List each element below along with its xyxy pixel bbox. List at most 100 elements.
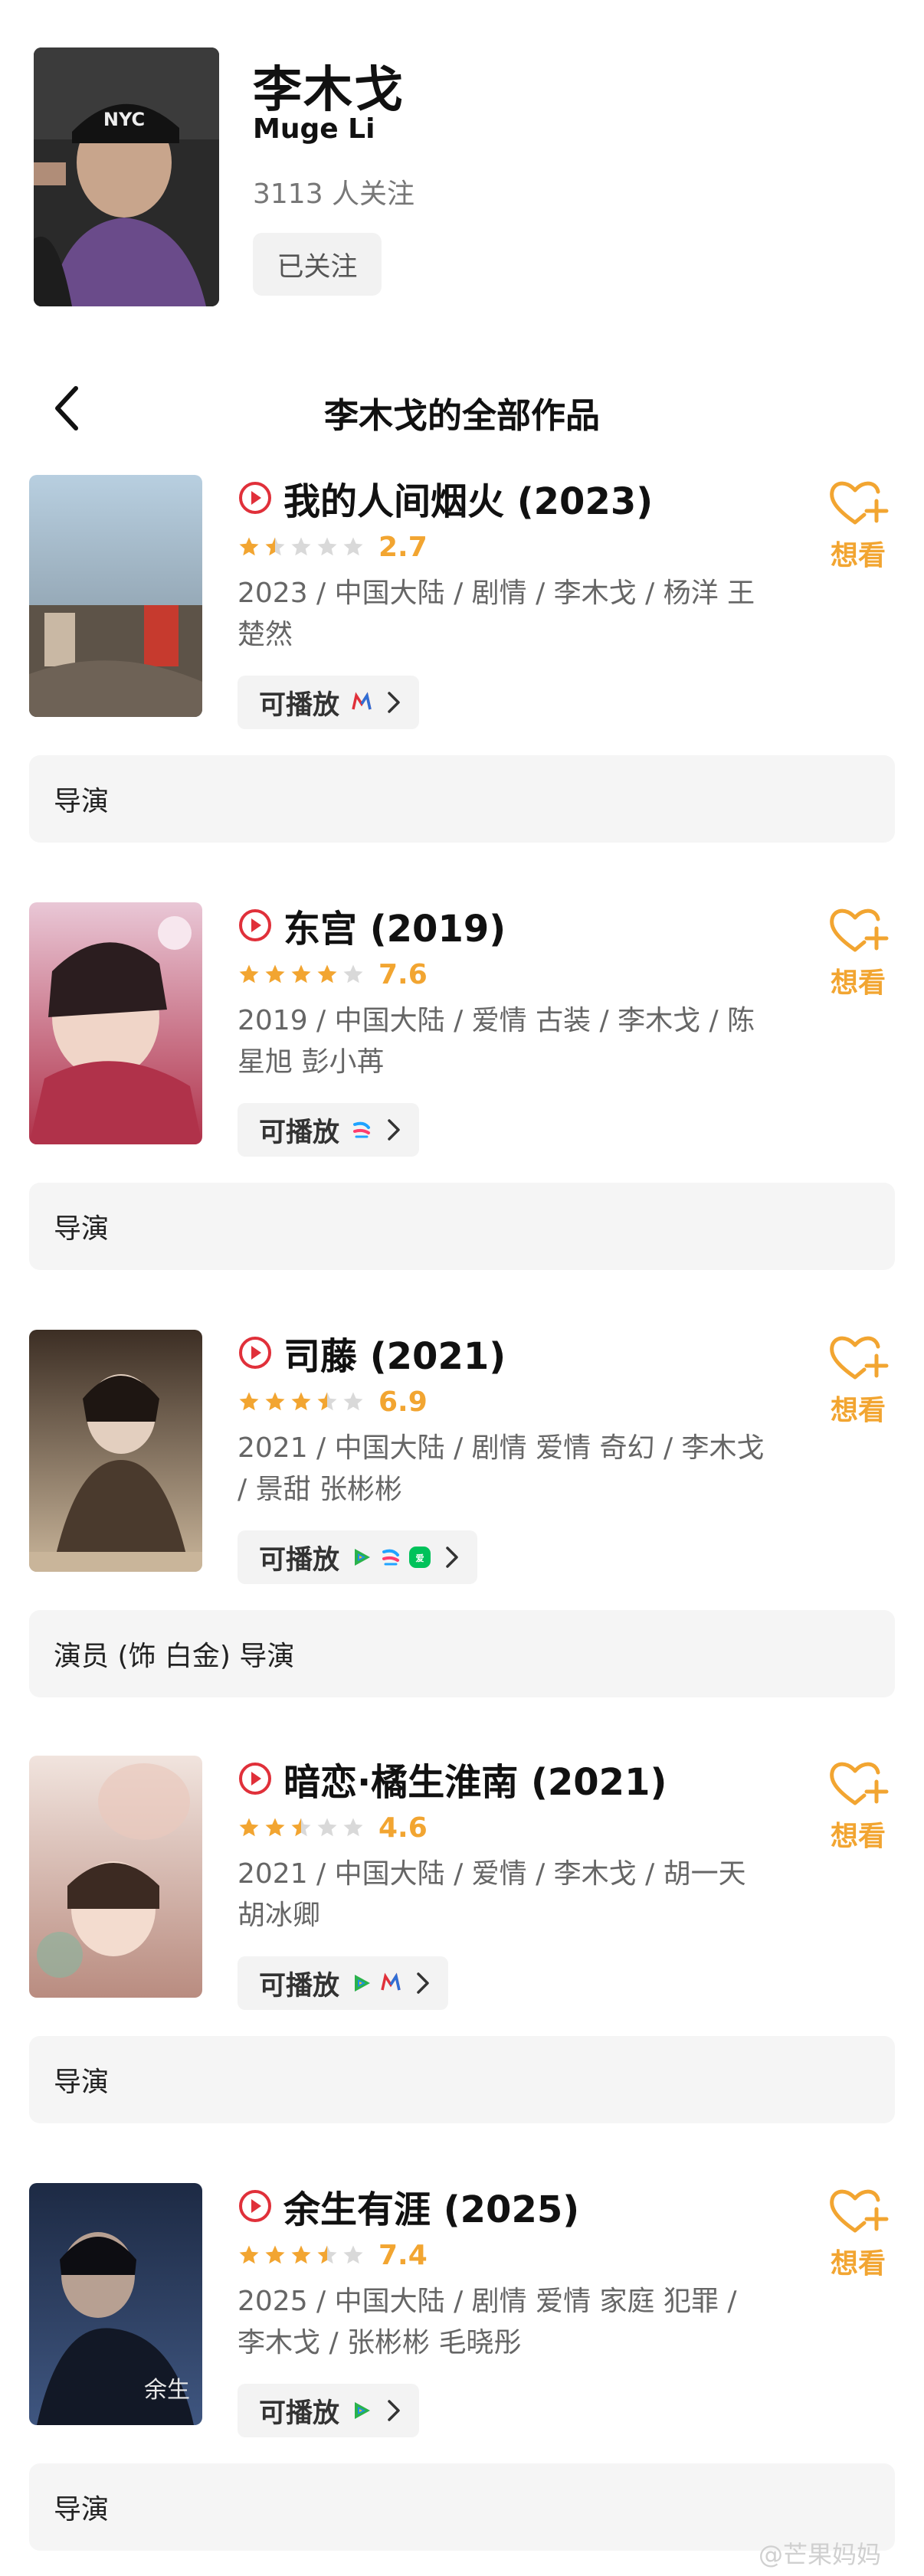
film-poster[interactable]	[29, 475, 202, 717]
star-icon	[239, 537, 259, 556]
star-icon	[265, 964, 285, 984]
film-poster[interactable]	[29, 1330, 202, 1572]
play-circle-icon	[238, 1335, 273, 1370]
film-card[interactable]: 司藤 (2021) 6.9 2021 / 中国大陆 / 剧情 爱情 奇幻 / 李木…	[0, 1330, 924, 1757]
film-title[interactable]: 我的人间烟火 (2023)	[283, 471, 653, 525]
star-icon	[291, 537, 311, 556]
mango-tv-icon	[350, 691, 373, 714]
film-title-row[interactable]: 余生有涯 (2025)	[238, 2183, 579, 2231]
heart-plus-icon	[820, 1331, 896, 1385]
film-poster[interactable]	[29, 1756, 202, 1998]
mango-tv-icon	[379, 1972, 402, 1995]
star-icon	[317, 537, 337, 556]
rating-row: 4.6	[238, 1811, 428, 1844]
page-title: 李木戈的全部作品	[323, 395, 600, 436]
playable-label: 可播放	[259, 1970, 340, 2002]
iqiyi-icon: 爱	[408, 1546, 431, 1569]
star-icon	[265, 1818, 285, 1837]
want-to-watch-button[interactable]: 想看	[820, 2185, 896, 2281]
chevron-right-icon	[444, 1543, 460, 1571]
playable-button[interactable]: 可播放	[238, 676, 420, 729]
rating-score: 4.6	[378, 1812, 428, 1844]
film-meta: 2021 / 中国大陆 / 爱情 / 李木戈 / 胡一天 胡冰卿	[238, 1858, 746, 1931]
play-circle-icon	[238, 480, 273, 516]
star-icon	[317, 1392, 337, 1411]
film-title[interactable]: 暗恋·橘生淮南 (2021)	[283, 1752, 667, 1805]
want-to-watch-button[interactable]: 想看	[820, 904, 896, 1000]
film-title-row[interactable]: 司藤 (2021)	[238, 1330, 506, 1378]
rating-score: 2.7	[378, 531, 428, 563]
film-card[interactable]: 暗恋·橘生淮南 (2021) 4.6 2021 / 中国大陆 / 爱情 / 李木戈…	[0, 1756, 924, 2183]
star-icon	[343, 1392, 363, 1411]
film-title-row[interactable]: 我的人间烟火 (2023)	[238, 475, 653, 523]
film-title[interactable]: 余生有涯 (2025)	[283, 2179, 579, 2233]
playable-button[interactable]: 可播放	[238, 1103, 420, 1157]
star-icon	[291, 2245, 311, 2264]
star-icon	[239, 1392, 259, 1411]
star-icon	[343, 1818, 363, 1837]
film-meta: 2021 / 中国大陆 / 剧情 爱情 奇幻 / 李木戈 / 景甜 张彬彬	[238, 1432, 765, 1505]
star-rating	[238, 2244, 365, 2267]
film-meta: 2023 / 中国大陆 / 剧情 / 李木戈 / 杨洋 王楚然	[238, 578, 755, 650]
play-circle-icon	[238, 1761, 273, 1796]
chevron-right-icon	[385, 2397, 402, 2424]
person-name-english: Muge Li	[253, 113, 375, 145]
role-label: 导演	[29, 1183, 895, 1270]
rating-row: 6.9	[238, 1385, 428, 1419]
playable-button[interactable]: 可播放	[238, 2384, 420, 2437]
watermark: @芒果妈妈	[759, 2540, 882, 2569]
star-icon	[239, 964, 259, 984]
want-label: 想看	[830, 967, 886, 999]
playable-label: 可播放	[259, 1544, 340, 1576]
star-icon	[265, 2245, 285, 2264]
film-card[interactable]: 东宫 (2019) 7.6 2019 / 中国大陆 / 爱情 古装 / 李木戈 /…	[0, 902, 924, 1330]
nav-bar: 李木戈的全部作品	[0, 368, 924, 452]
playable-label: 可播放	[259, 2398, 340, 2429]
rating-score: 6.9	[378, 1386, 428, 1418]
role-label: 导演	[29, 2036, 895, 2123]
film-title[interactable]: 司藤 (2021)	[283, 1326, 506, 1380]
svg-text:NYC: NYC	[103, 109, 145, 130]
star-icon	[291, 964, 311, 984]
star-icon	[343, 964, 363, 984]
heart-plus-icon	[820, 1757, 896, 1811]
want-label: 想看	[830, 1821, 886, 1852]
youku-icon	[379, 1546, 402, 1569]
film-meta: 2025 / 中国大陆 / 剧情 爱情 家庭 犯罪 / 李木戈 / 张彬彬 毛晓…	[238, 2286, 737, 2358]
star-icon	[291, 1392, 311, 1411]
film-title-row[interactable]: 东宫 (2019)	[238, 902, 506, 951]
want-to-watch-button[interactable]: 想看	[820, 1757, 896, 1854]
film-card[interactable]: 我的人间烟火 (2023) 2.7 2023 / 中国大陆 / 剧情 / 李木戈 …	[0, 475, 924, 902]
rating-row: 7.4	[238, 2238, 428, 2272]
film-card[interactable]: 余生 余生有涯 (2025) 7.4 2025 / 中国大陆 / 剧情 爱情 家庭 …	[0, 2183, 924, 2576]
star-icon	[343, 2245, 363, 2264]
tencent-video-icon	[350, 1972, 373, 1995]
star-rating	[238, 1816, 365, 1839]
film-poster[interactable]: 余生	[29, 2183, 202, 2425]
star-icon	[265, 537, 285, 556]
want-to-watch-button[interactable]: 想看	[820, 1331, 896, 1428]
rating-score: 7.4	[378, 2239, 428, 2271]
avatar[interactable]: NYC	[34, 47, 219, 306]
role-label: 演员 (饰 白金) 导演	[29, 1610, 895, 1697]
want-to-watch-button[interactable]: 想看	[820, 476, 896, 573]
follower-count: 3113 人关注	[253, 178, 415, 210]
star-rating	[238, 1390, 365, 1413]
star-icon	[291, 1818, 311, 1837]
rating-score: 7.6	[378, 958, 428, 990]
role-label: 导演	[29, 755, 895, 843]
film-title-row[interactable]: 暗恋·橘生淮南 (2021)	[238, 1756, 667, 1804]
rating-row: 7.6	[238, 957, 428, 991]
chevron-right-icon	[385, 1116, 402, 1144]
film-title[interactable]: 东宫 (2019)	[283, 898, 506, 952]
tencent-video-icon	[350, 1546, 373, 1569]
want-label: 想看	[830, 2248, 886, 2280]
film-poster[interactable]	[29, 902, 202, 1144]
playable-button[interactable]: 可播放 爱	[238, 1530, 478, 1584]
playable-label: 可播放	[259, 1117, 340, 1148]
star-icon	[317, 1818, 337, 1837]
followed-button[interactable]: 已关注	[253, 233, 382, 296]
star-rating	[238, 963, 365, 986]
playable-button[interactable]: 可播放	[238, 1956, 449, 2010]
person-name: 李木戈	[253, 62, 405, 119]
